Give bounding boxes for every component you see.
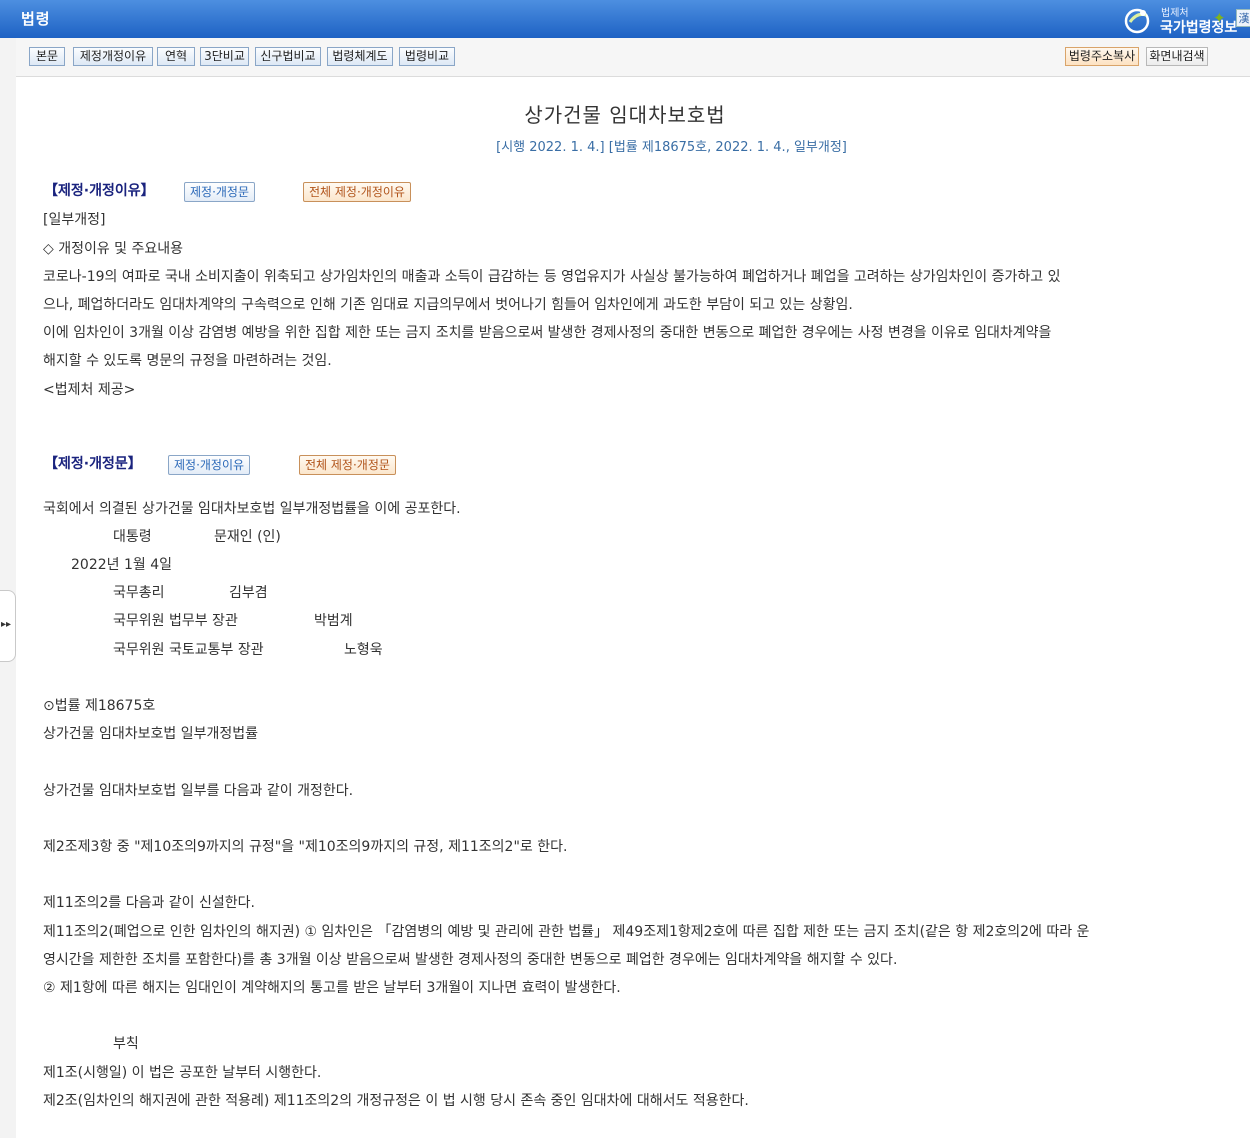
- side-panel-toggle[interactable]: ▸▸: [0, 590, 16, 662]
- president-title: 대통령: [113, 529, 152, 545]
- law-subtitle: [시행 2022. 1. 4.] [법률 제18675호, 2022. 1. 4…: [496, 140, 847, 155]
- article-11-line: ② 제1항에 따른 해지는 임대인이 계약해지의 통고를 받은 날부터 3개월이…: [43, 980, 621, 996]
- toolbar: 본문 제정개정이유 연혁 3단비교 신구법비교 법령체계도 법령비교 법령주소복…: [16, 38, 1250, 77]
- reason-line: [일부개정]: [43, 212, 106, 228]
- law-name: 상가건물 임대차보호법 일부개정법률: [43, 726, 258, 742]
- header-title: 법령: [21, 10, 51, 28]
- text-section-heading: 【제정·개정문】: [44, 456, 142, 472]
- reason-line: 해지할 수 있도록 명문의 규정을 마련하려는 것임.: [43, 353, 332, 369]
- signer-title: 국무위원 법무부 장관: [113, 613, 238, 629]
- promulgation-date: 2022년 1월 4일: [71, 557, 172, 573]
- article-2-amendment: 제2조제3항 중 "제10조의9까지의 규정"을 "제10조의9까지의 규정, …: [43, 839, 568, 855]
- reason-line: ◇ 개정이유 및 주요내용: [43, 241, 184, 257]
- reason-line: 이에 임차인이 3개월 이상 감염병 예방을 위한 집합 제한 또는 금지 조치…: [43, 325, 1052, 341]
- law-number: ⊙법률 제18675호: [43, 698, 156, 714]
- amend-intro: 상가건물 임대차보호법 일부를 다음과 같이 개정한다.: [43, 783, 354, 799]
- tab-history[interactable]: 연혁: [157, 47, 195, 66]
- addenda-title: 부칙: [113, 1036, 139, 1052]
- all-amend-reasons-button[interactable]: 전체 제정·개정이유: [303, 182, 411, 202]
- tab-amend-reason[interactable]: 제정개정이유: [73, 47, 153, 66]
- reason-line: 코로나-19의 여파로 국내 소비지출이 위축되고 상가임차인의 매출과 소득이…: [43, 269, 1061, 285]
- article-11-line: 제11조의2(폐업으로 인한 임차인의 해지권) ① 임차인은 「감염병의 예방…: [43, 924, 1090, 940]
- signer-name: 노형욱: [344, 642, 383, 658]
- law-title: 상가건물 임대차보호법: [524, 103, 726, 127]
- tab-law-compare[interactable]: 법령비교: [399, 47, 455, 66]
- search-in-page-button[interactable]: 화면내검색: [1146, 47, 1208, 66]
- promulgation-text: 국회에서 의결된 상가건물 임대차보호법 일부개정법률을 이에 공포한다.: [43, 501, 461, 517]
- signer-name: 박범계: [314, 613, 353, 629]
- double-chevron-right-icon: ▸▸: [1, 619, 12, 630]
- president-name: 문재인 (인): [214, 529, 281, 545]
- all-amend-texts-button[interactable]: 전체 제정·개정문: [299, 455, 396, 475]
- reason-line: <법제처 제공>: [43, 382, 136, 398]
- signer-title: 국무위원 국토교통부 장관: [113, 642, 264, 658]
- addenda-article-1: 제1조(시행일) 이 법은 공포한 날부터 시행한다.: [43, 1065, 322, 1081]
- tab-law-structure[interactable]: 법령체계도: [327, 47, 393, 66]
- tab-main-text[interactable]: 본문: [29, 47, 65, 66]
- reason-line: 으나, 폐업하더라도 임대차계약의 구속력으로 인해 기존 임대료 지급의무에서…: [43, 297, 853, 313]
- tab-old-new-compare[interactable]: 신구법비교: [255, 47, 321, 66]
- favorite-star-icon[interactable]: ✦: [1213, 9, 1231, 27]
- copy-address-button[interactable]: 법령주소복사: [1065, 47, 1139, 66]
- amend-text-link-button[interactable]: 제정·개정문: [184, 182, 256, 202]
- tab-three-way-compare[interactable]: 3단비교: [200, 47, 249, 66]
- app-header: 법령 법제처 국가법령정보: [0, 0, 1250, 38]
- reason-section-heading: 【제정·개정이유】: [44, 183, 155, 199]
- article-11-line: 영시간을 제한한 조치를 포함한다)를 총 3개월 이상 받음으로써 발생한 경…: [43, 952, 898, 968]
- hanja-toggle-icon[interactable]: 漢: [1236, 9, 1250, 27]
- addenda-article-2: 제2조(임차인의 해지권에 관한 적용례) 제11조의2의 개정규정은 이 법 …: [43, 1093, 749, 1109]
- brand-logo-icon: [1124, 8, 1150, 34]
- signer-title: 국무총리: [113, 585, 165, 601]
- signer-name: 김부겸: [229, 585, 268, 601]
- amend-reason-link-button[interactable]: 제정·개정이유: [168, 455, 251, 475]
- article-11-intro: 제11조의2를 다음과 같이 신설한다.: [43, 895, 255, 911]
